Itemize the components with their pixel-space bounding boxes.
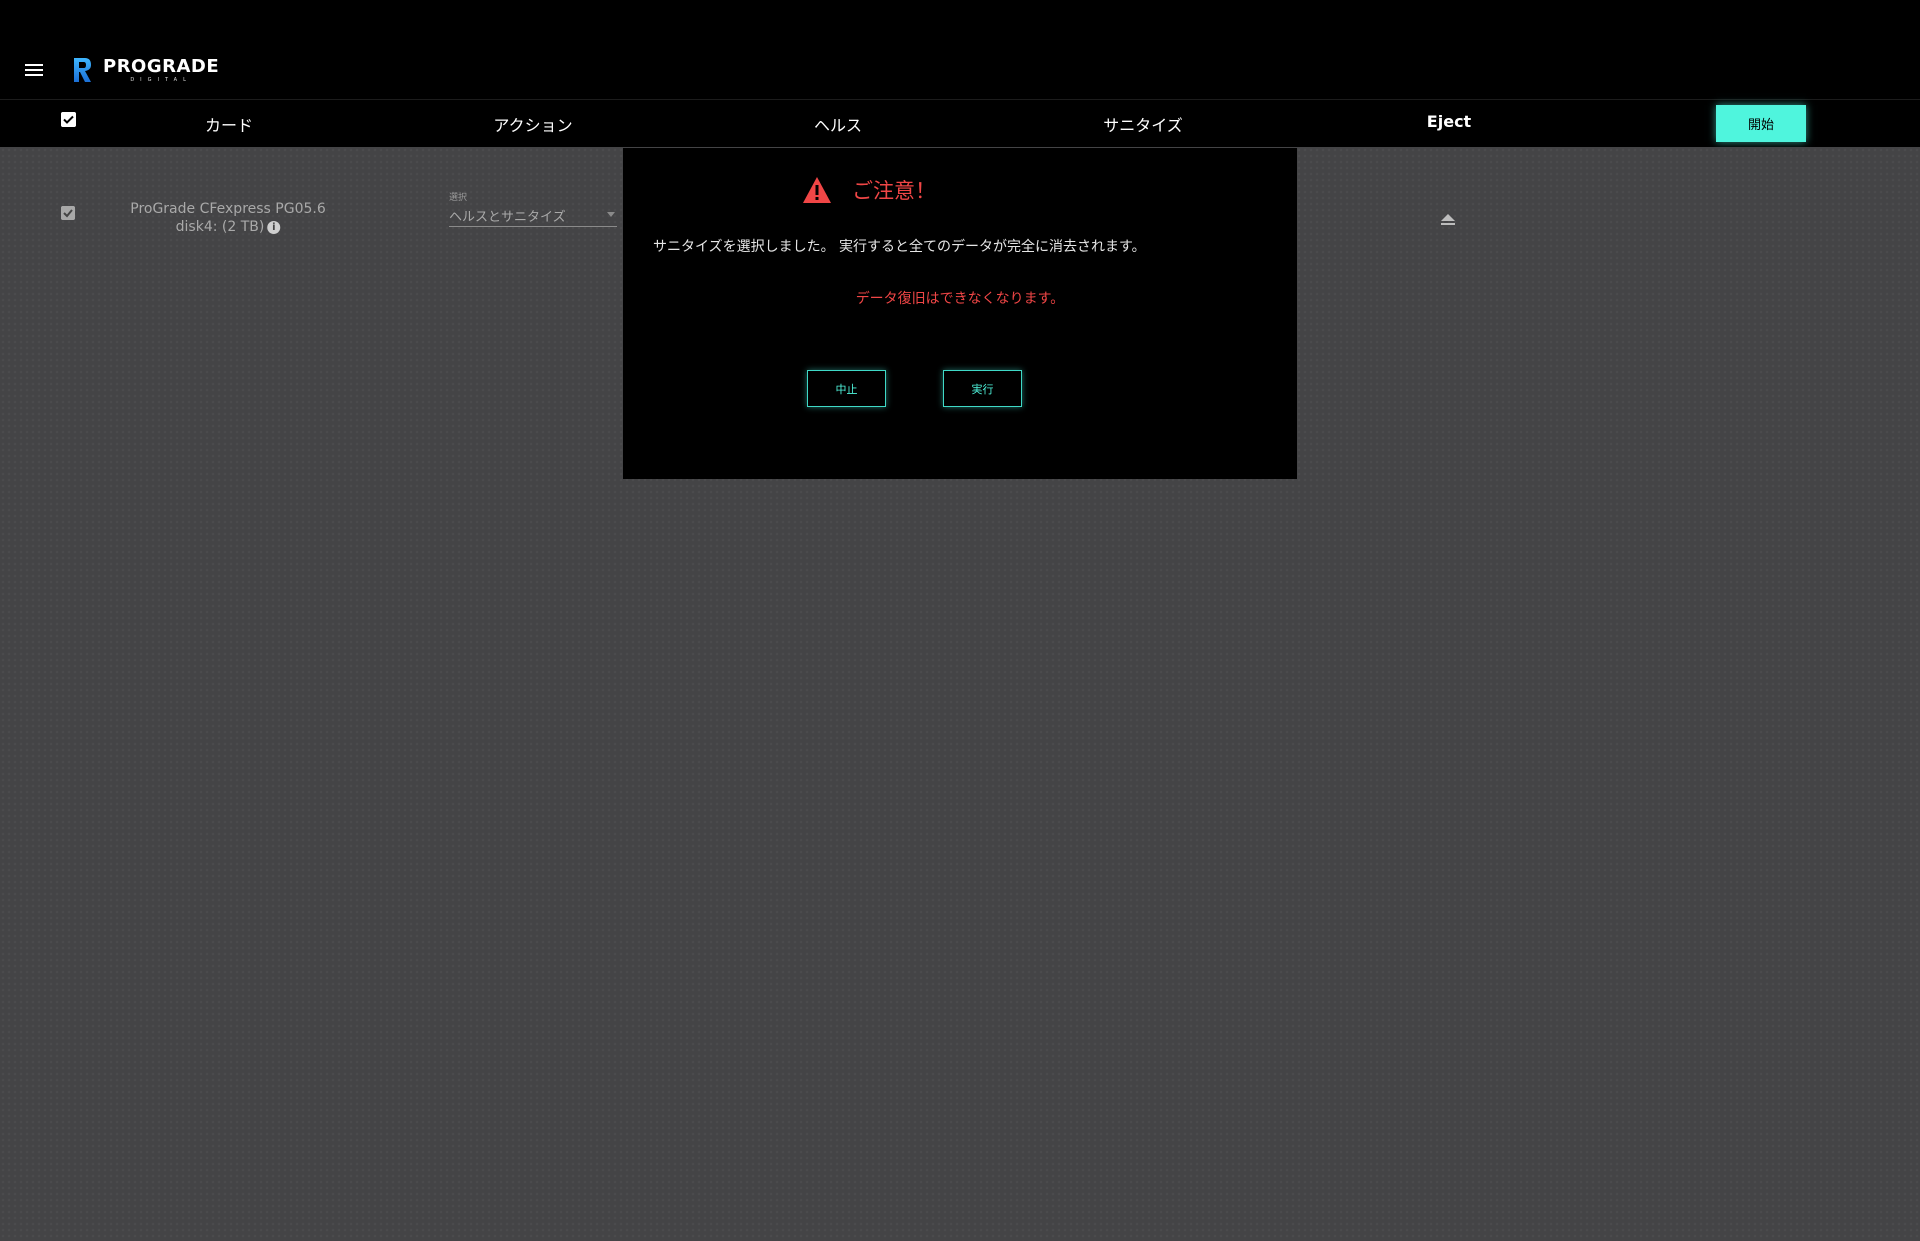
logo-subtext: DIGITAL <box>130 76 192 83</box>
dialog-warning-text: データ復旧はできなくなります。 <box>855 291 1065 307</box>
cancel-button[interactable]: 中止 <box>807 370 886 407</box>
card-name: ProGrade CFexpress PG05.6 disk4: (2 TB) i <box>130 200 326 236</box>
info-icon[interactable]: i <box>267 220 281 234</box>
column-header-bar: カード アクション ヘルス サニタイズ Eject 開始 <box>0 100 1920 147</box>
column-header-action: アクション <box>493 116 573 135</box>
action-select-value: ヘルスとサニタイズ <box>449 210 566 225</box>
dialog-title: ご注意！ <box>802 175 936 205</box>
column-header-eject: Eject <box>1426 112 1472 131</box>
column-header-card: カード <box>204 116 254 135</box>
column-header-sanitize: サニタイズ <box>1103 116 1183 135</box>
chevron-down-icon <box>607 212 615 217</box>
prograde-logo: PROGRADE DIGITAL <box>71 55 219 85</box>
hamburger-menu-icon[interactable] <box>25 64 43 77</box>
action-select-box[interactable]: ヘルスとサニタイズ <box>449 206 617 227</box>
column-header-health: ヘルス <box>813 116 863 135</box>
card-row-checkbox-icon[interactable] <box>61 206 75 220</box>
execute-button[interactable]: 実行 <box>943 370 1022 407</box>
start-button[interactable]: 開始 <box>1716 105 1806 142</box>
select-all-checkbox-icon[interactable] <box>61 112 76 127</box>
card-disk-line: disk4: (2 TB) i <box>130 218 326 236</box>
eject-icon[interactable] <box>1441 214 1455 226</box>
action-select[interactable]: 選択 ヘルスとサニタイズ <box>449 190 617 227</box>
logo-wordmark: PROGRADE <box>103 55 220 77</box>
prograde-logo-mark-icon <box>74 58 91 82</box>
sanitize-warning-dialog: ご注意！ サニタイズを選択しました。 実行すると全てのデータが完全に消去されます… <box>623 148 1297 479</box>
dialog-message: サニタイズを選択しました。 実行すると全てのデータが完全に消去されます。 <box>653 239 1146 255</box>
dialog-title-text: ご注意！ <box>852 179 936 203</box>
card-disk: disk4: (2 TB) <box>175 219 265 235</box>
top-bar: PROGRADE DIGITAL <box>0 0 1920 100</box>
action-select-label: 選択 <box>449 193 468 203</box>
warning-triangle-icon <box>803 177 831 203</box>
card-model: ProGrade CFexpress PG05.6 <box>130 201 326 217</box>
